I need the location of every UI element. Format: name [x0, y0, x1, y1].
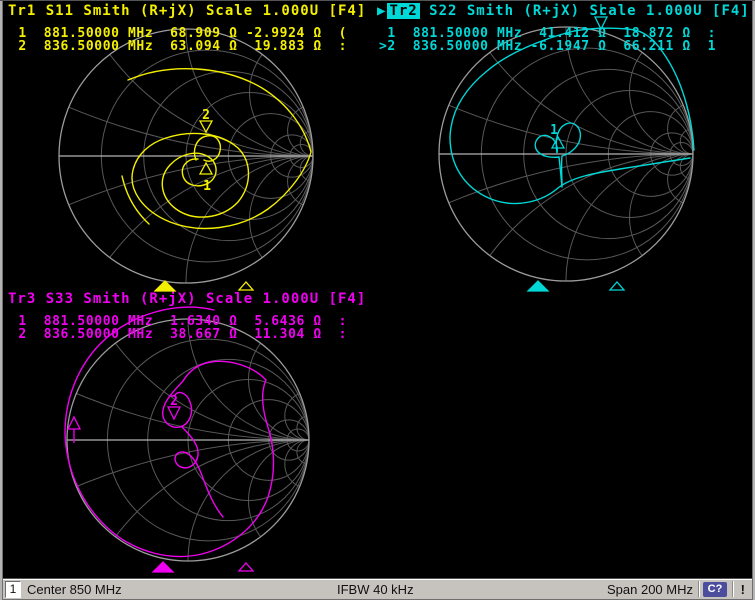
- span-status: Span 200 MHz: [607, 582, 693, 597]
- trace1-title[interactable]: Tr1 S11 Smith (R+jX) Scale 1.000U [F4]: [8, 3, 366, 19]
- center-frequency-status: Center 850 MHz: [27, 582, 122, 597]
- trace2-label: Tr2: [387, 3, 419, 19]
- window-border-left: [0, 0, 3, 600]
- status-bar: 1 Center 850 MHz IFBW 40 kHz Span 200 MH…: [2, 578, 753, 600]
- active-trace-arrow-icon: ▶: [377, 3, 386, 19]
- text-layer: Tr1 S11 Smith (R+jX) Scale 1.000U [F4] 1…: [0, 0, 755, 577]
- trace2-title[interactable]: ▶Tr2 S22 Smith (R+jX) Scale 1.000U [F4]: [377, 3, 750, 19]
- trace2-marker2-readout: >2 836.50000 MHz -6.1947 Ω 66.211 Ω 1: [379, 39, 716, 54]
- statusbar-divider: [698, 581, 699, 597]
- channel-indicator: 1: [5, 581, 21, 598]
- cal-status-button[interactable]: C?: [703, 582, 727, 597]
- trace1-marker2-readout: 2 836.50000 MHz 63.094 Ω 19.883 Ω :: [10, 39, 347, 54]
- trace3-marker2-readout: 2 836.50000 MHz 38.667 Ω 11.304 Ω :: [10, 327, 347, 342]
- alert-indicator[interactable]: !: [741, 582, 745, 597]
- trace3-title[interactable]: Tr3 S33 Smith (R+jX) Scale 1.000U [F4]: [8, 291, 366, 307]
- window-border-top: [0, 0, 755, 1]
- vna-screen: Tr1 S11 Smith (R+jX) Scale 1.000U [F4] 1…: [0, 0, 755, 600]
- trace2-title-text: S22 Smith (R+jX) Scale 1.000U [F4]: [420, 3, 750, 19]
- statusbar-divider: [732, 581, 733, 597]
- ifbw-status: IFBW 40 kHz: [337, 582, 414, 597]
